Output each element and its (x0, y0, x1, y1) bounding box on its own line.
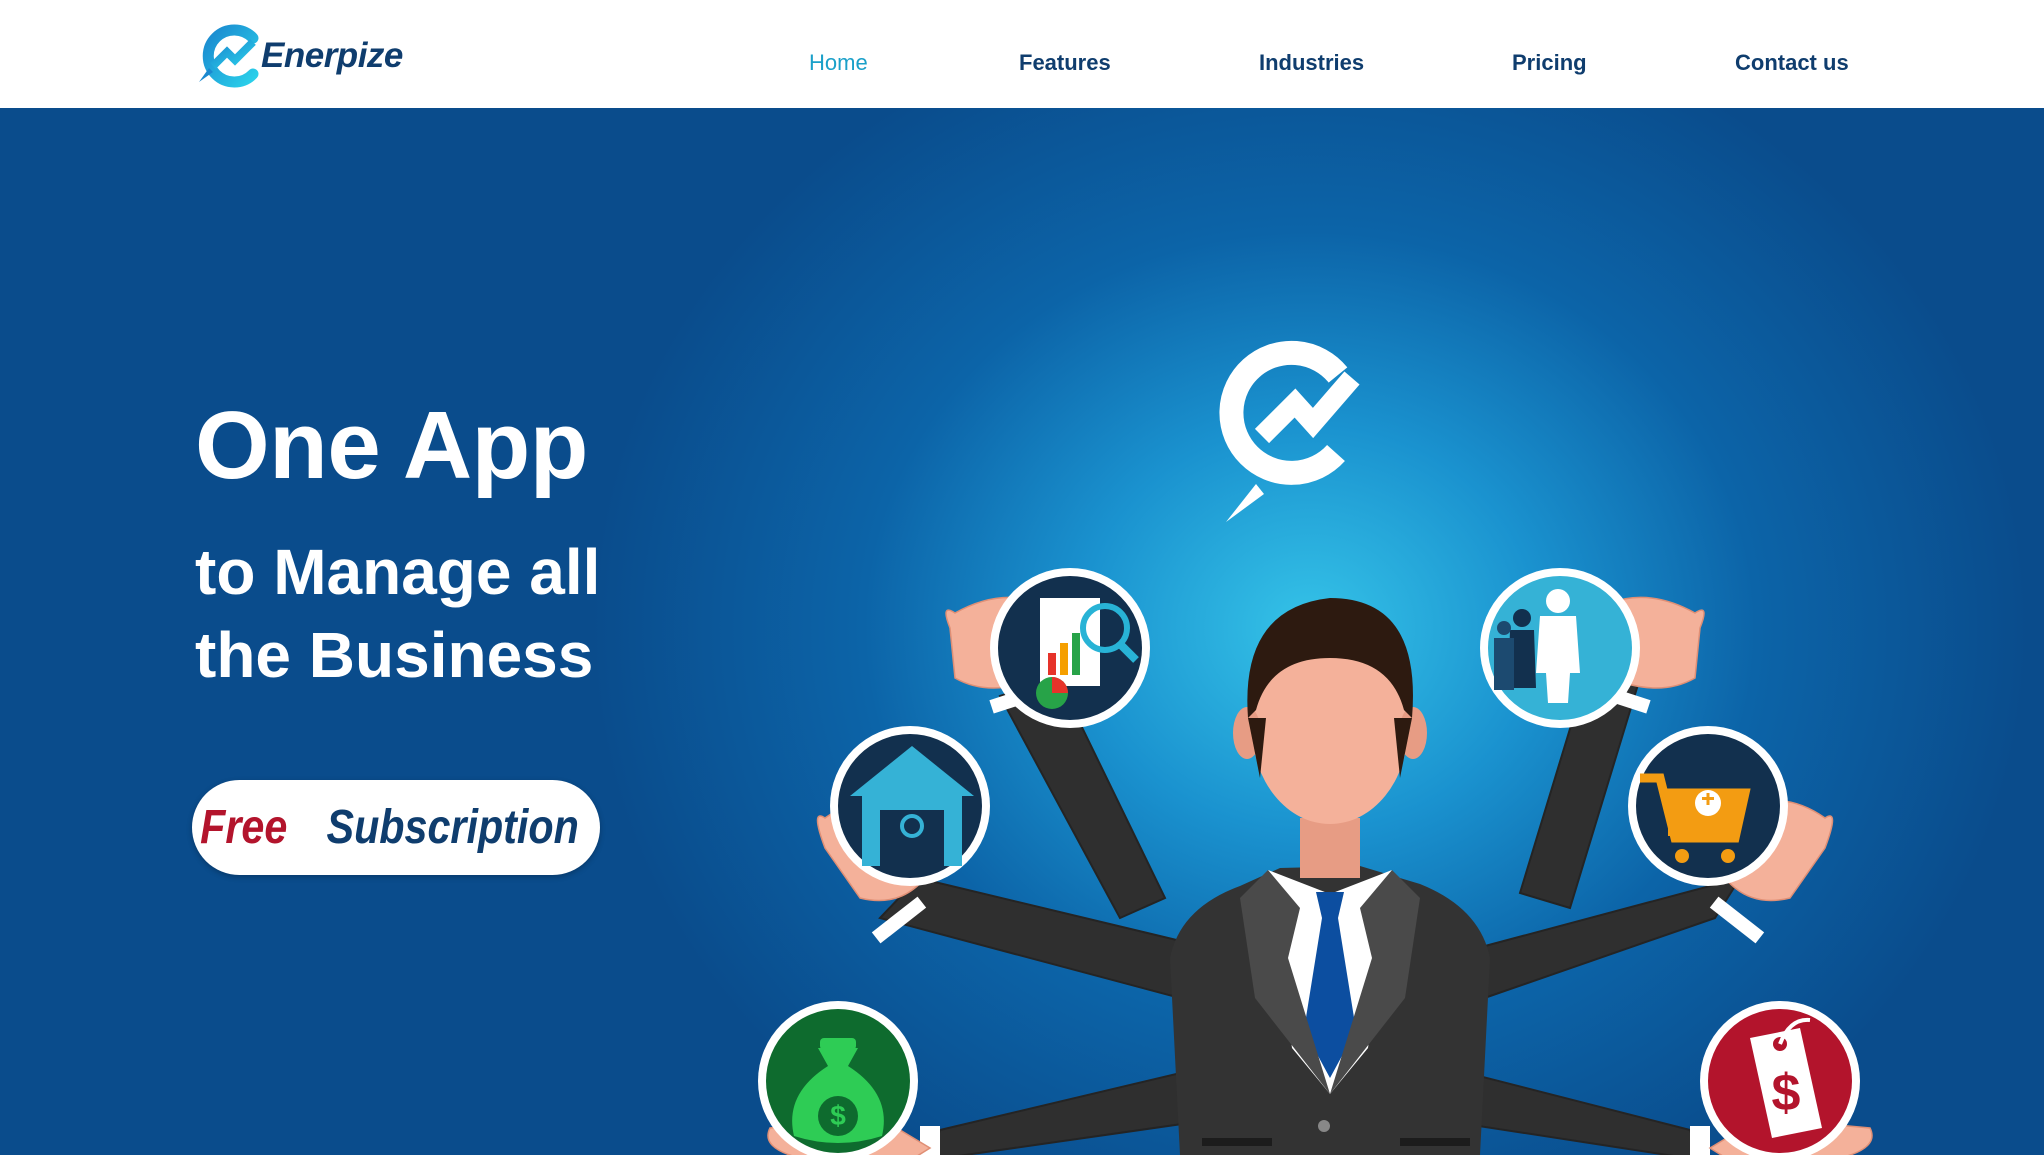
warehouse-icon (830, 726, 990, 886)
brand-logo[interactable]: Enerpize (195, 22, 415, 90)
nav-pricing[interactable]: Pricing (1512, 50, 1587, 76)
money-bag-icon: $ (758, 1001, 918, 1155)
svg-text:$: $ (1772, 1064, 1801, 1122)
site-header: Enerpize Home Features Industries Pricin… (0, 0, 2044, 108)
cta-word-free: Free (199, 801, 287, 854)
nav-contact-us[interactable]: Contact us (1735, 50, 1849, 76)
shopping-cart-icon (1628, 726, 1788, 886)
nav-industries[interactable]: Industries (1259, 50, 1364, 76)
employees-icon (1480, 568, 1640, 728)
reports-icon (990, 568, 1150, 728)
hero-headline: One App (195, 392, 588, 499)
nav-home[interactable]: Home (809, 50, 868, 76)
hero-subline-1: to Manage all (195, 536, 601, 608)
businessman-illustration: $ $ (758, 340, 1873, 1155)
hero-logo-icon (1219, 340, 1360, 522)
cta-word-subscription: Subscription (326, 801, 579, 854)
nav-features[interactable]: Features (1019, 50, 1111, 76)
svg-text:$: $ (830, 1100, 846, 1131)
brand-name: Enerpize (261, 36, 403, 75)
enerpize-logo-icon (199, 24, 259, 88)
free-subscription-button[interactable]: Free Subscription (192, 780, 600, 875)
price-tag-icon: $ (1700, 1001, 1860, 1155)
hero-section: One App to Manage all the Business Free … (0, 108, 2044, 1155)
hero-subline-2: the Business (195, 619, 594, 691)
